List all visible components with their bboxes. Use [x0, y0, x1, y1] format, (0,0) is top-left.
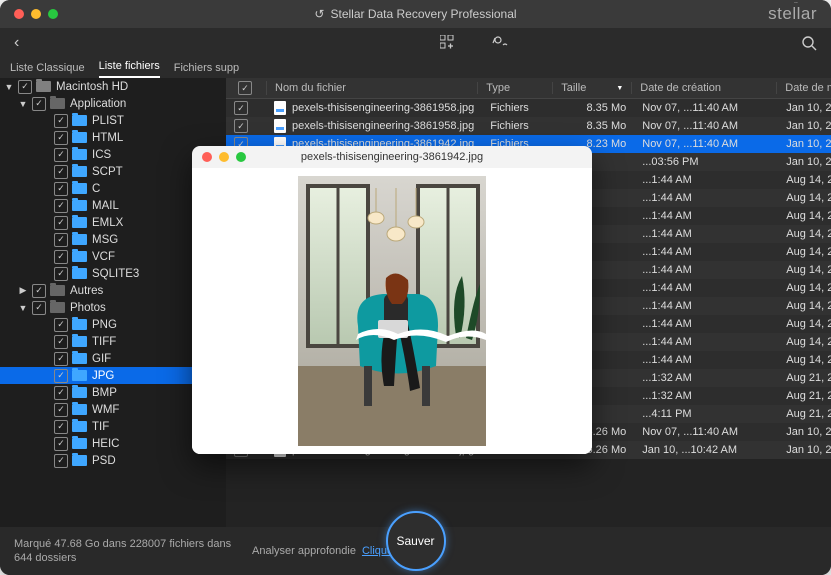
- table-row[interactable]: ✓ pexels-thisisengineering-3861958.jpgFic…: [226, 99, 831, 117]
- tab-classic[interactable]: Liste Classique: [10, 62, 85, 78]
- cell-size: 8.35 Mo: [556, 120, 634, 132]
- cell-modified: Aug 14, 2023 05:36 PM: [778, 228, 831, 240]
- undo-icon: ↺: [314, 7, 324, 21]
- cell-created: ...1:44 AM: [634, 246, 778, 258]
- row-checkbox[interactable]: ✓: [234, 101, 248, 115]
- cell-modified: Jan 10, 2023 10:41 AM: [778, 120, 831, 132]
- settings-icon[interactable]: [492, 35, 510, 51]
- cell-created: ...1:44 AM: [634, 336, 778, 348]
- cell-modified: Jan 10, 2023 10:41 AM: [778, 102, 831, 114]
- cell-size: 8.35 Mo: [556, 102, 634, 114]
- column-created[interactable]: Date de création: [632, 82, 777, 94]
- tab-files[interactable]: Liste fichiers: [99, 60, 160, 78]
- brand-logo: stell¨ar: [768, 4, 817, 24]
- cell-type: Fichiers: [482, 102, 556, 114]
- file-icon: [274, 101, 286, 115]
- cell-name: pexels-thisisengineering-3861958.jpg: [266, 101, 482, 115]
- cell-modified: Aug 14, 2023 05:39 PM: [778, 300, 831, 312]
- cell-modified: Jan 10, 2023 03:57 PM: [778, 138, 831, 150]
- preview-title: pexels-thisisengineering-3861942.jpg: [192, 151, 592, 163]
- cell-created: ...1:44 AM: [634, 228, 778, 240]
- cell-created: Nov 07, ...11:40 AM: [634, 120, 778, 132]
- cell-created: ...03:56 PM: [634, 156, 778, 168]
- column-type[interactable]: Type: [478, 82, 553, 94]
- view-tabs: Liste Classique Liste fichiers Fichiers …: [0, 58, 831, 79]
- cell-modified: Aug 14, 2023 05:36 PM: [778, 264, 831, 276]
- window-title: ↺ Stellar Data Recovery Professional: [0, 7, 831, 21]
- select-all-checkbox[interactable]: ✓: [238, 81, 252, 95]
- column-size[interactable]: Taille▼: [553, 82, 632, 94]
- save-button[interactable]: Sauver: [386, 511, 446, 571]
- table-row[interactable]: ✓ pexels-thisisengineering-3861958.jpgFic…: [226, 117, 831, 135]
- cell-created: ...1:44 AM: [634, 282, 778, 294]
- cell-created: Nov 07, ...11:40 AM: [634, 426, 778, 438]
- cell-created: ...1:32 AM: [634, 372, 778, 384]
- cell-created: ...4:11 PM: [634, 408, 778, 420]
- row-checkbox[interactable]: ✓: [234, 119, 248, 133]
- file-icon: [274, 119, 286, 133]
- grid-view-icon[interactable]: [440, 35, 462, 51]
- cell-created: ...1:44 AM: [634, 300, 778, 312]
- cell-created: ...1:44 AM: [634, 210, 778, 222]
- cell-modified: Aug 14, 2023 05:39 PM: [778, 318, 831, 330]
- preview-image: [298, 176, 486, 446]
- cell-modified: Aug 14, 2023 05:36 PM: [778, 174, 831, 186]
- toolbar: ‹: [0, 28, 831, 58]
- column-name[interactable]: Nom du fichier: [267, 82, 478, 94]
- cell-modified: Jan 10, 2023 10:42 AM: [778, 444, 831, 456]
- deep-scan-label: Analyser approfondie: [252, 545, 356, 557]
- cell-modified: Jan 10, 2023 10:41 AM: [778, 426, 831, 438]
- cell-created: ...1:44 AM: [634, 174, 778, 186]
- preview-titlebar: pexels-thisisengineering-3861942.jpg: [192, 146, 592, 168]
- cell-modified: Aug 14, 2023 05:36 PM: [778, 210, 831, 222]
- cell-modified: Aug 14, 2023 05:36 PM: [778, 192, 831, 204]
- cell-created: ...1:44 AM: [634, 264, 778, 276]
- tree-node-psd[interactable]: ✓PSD: [0, 452, 226, 469]
- cell-modified: Aug 14, 2023 05:39 PM: [778, 336, 831, 348]
- sort-desc-icon: ▼: [616, 85, 623, 92]
- cell-modified: Aug 14, 2023 05:36 PM: [778, 246, 831, 258]
- search-icon[interactable]: [801, 35, 817, 51]
- cell-created: Nov 07, ...11:40 AM: [634, 102, 778, 114]
- cell-modified: Aug 14, 2023 05:36 PM: [778, 354, 831, 366]
- cell-created: Nov 07, ...11:40 AM: [634, 138, 778, 150]
- cell-created: ...1:44 AM: [634, 318, 778, 330]
- cell-created: ...1:32 AM: [634, 390, 778, 402]
- status-text: Marqué 47.68 Go dans 228007 fichiers dan…: [14, 537, 234, 566]
- cell-type: Fichiers: [482, 120, 556, 132]
- titlebar: ↺ Stellar Data Recovery Professional ste…: [0, 0, 831, 28]
- cell-modified: Aug 21, 2023 04:11 PM: [778, 408, 831, 420]
- tree-node-html[interactable]: ✓HTML: [0, 129, 226, 146]
- cell-modified: Aug 21, 2023 04:11 PM: [778, 390, 831, 402]
- back-button[interactable]: ‹: [14, 34, 19, 52]
- cell-created: ...1:44 AM: [634, 354, 778, 366]
- preview-body: [192, 168, 592, 454]
- column-modified[interactable]: Date de modification: [777, 82, 831, 94]
- tree-node-application[interactable]: ▼✓Application: [0, 95, 226, 112]
- tree-node-plist[interactable]: ✓PLIST: [0, 112, 226, 129]
- tab-deleted[interactable]: Fichiers supp: [174, 62, 239, 78]
- main-window: ↺ Stellar Data Recovery Professional ste…: [0, 0, 831, 575]
- cell-modified: Jan 10, 2023 03:57 PM: [778, 156, 831, 168]
- tree-node-root[interactable]: ▼✓Macintosh HD: [0, 78, 226, 95]
- cell-modified: Aug 21, 2023 04:11 PM: [778, 372, 831, 384]
- cell-created: ...1:44 AM: [634, 192, 778, 204]
- preview-window[interactable]: pexels-thisisengineering-3861942.jpg: [192, 146, 592, 454]
- cell-name: pexels-thisisengineering-3861958.jpg: [266, 119, 482, 133]
- cell-modified: Aug 14, 2023 05:36 PM: [778, 282, 831, 294]
- cell-created: Jan 10, ...10:42 AM: [634, 444, 778, 456]
- table-header: ✓ Nom du fichier Type Taille▼ Date de cr…: [226, 78, 831, 99]
